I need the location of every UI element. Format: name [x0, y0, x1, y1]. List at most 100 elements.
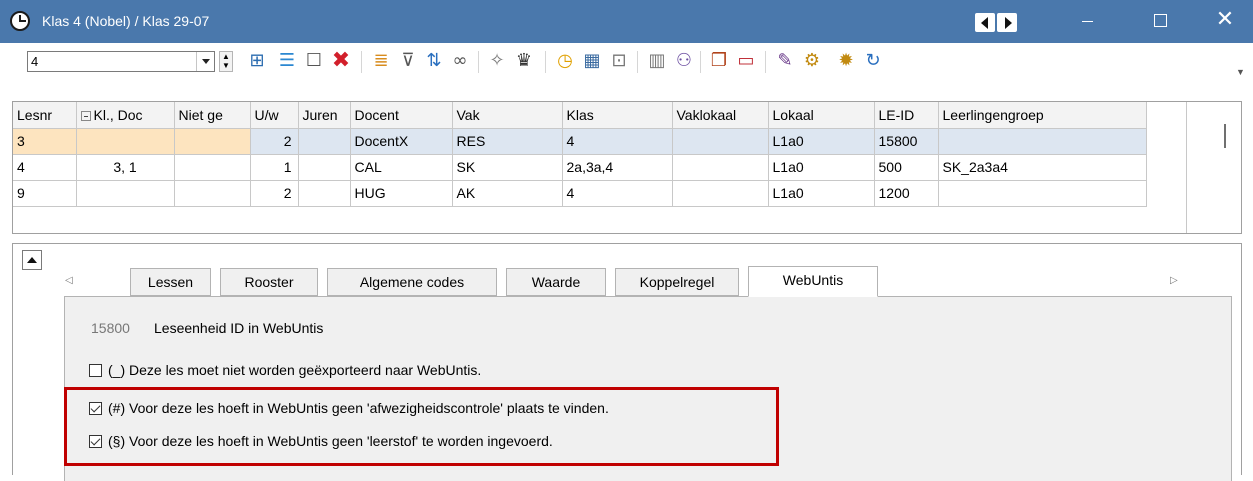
cell-klas[interactable]: 4 [562, 180, 673, 207]
toolbar-overflow-icon[interactable]: ▼ [1236, 67, 1245, 77]
cell-kldoc[interactable] [76, 180, 175, 207]
table-row[interactable]: 3 2 DocentX RES 4 L1a0 15800 [13, 128, 1147, 155]
scrollbar-thumb[interactable] [1224, 124, 1226, 148]
chevron-down-icon[interactable] [196, 52, 214, 71]
column-header[interactable]: LE-ID [874, 102, 939, 129]
cell-lesnr[interactable]: 4 [13, 154, 77, 181]
cell-leid[interactable]: 15800 [874, 128, 939, 155]
column-header[interactable]: U/w [250, 102, 299, 129]
cell-vak[interactable]: SK [452, 154, 563, 181]
tab-lessen[interactable]: Lessen [130, 268, 211, 296]
cell-vak[interactable]: RES [452, 128, 563, 155]
cell-lesnr[interactable]: 3 [13, 128, 77, 155]
cell-vaklokaal[interactable] [672, 128, 769, 155]
cell-kldoc[interactable]: 3, 1 [76, 154, 175, 181]
link-icon[interactable]: ∞ [448, 49, 472, 73]
cell-nietge[interactable] [174, 128, 251, 155]
tab-waarde[interactable]: Waarde [506, 268, 606, 296]
column-header[interactable]: Juren [298, 102, 351, 129]
columns-icon[interactable]: ▥ [645, 49, 669, 73]
users-icon[interactable]: ⚇ [672, 49, 696, 73]
vertical-scrollbar[interactable] [1186, 102, 1241, 233]
cell-uw[interactable]: 2 [250, 180, 299, 207]
maximize-icon[interactable] [1130, 0, 1190, 43]
cell-lokaal[interactable]: L1a0 [768, 128, 875, 155]
cell-groep[interactable] [938, 128, 1147, 155]
cell-uw[interactable]: 1 [250, 154, 299, 181]
checkbox-no-export[interactable] [89, 364, 102, 377]
cell-klas[interactable]: 2a,3a,4 [562, 154, 673, 181]
cell-juren[interactable] [298, 180, 351, 207]
cell-lokaal[interactable]: L1a0 [768, 180, 875, 207]
cell-docent[interactable]: HUG [350, 180, 453, 207]
nav-prev-icon[interactable] [975, 13, 995, 32]
cell-juren[interactable] [298, 128, 351, 155]
tab-scroll-left-icon[interactable]: ◁ [65, 275, 73, 286]
list-icon[interactable]: ☰ [275, 49, 299, 73]
collapse-panel-icon[interactable] [22, 250, 42, 270]
column-header[interactable]: Docent [350, 102, 453, 129]
clock-icon[interactable]: ◷ [553, 49, 577, 73]
cell-groep[interactable]: SK_2a3a4 [938, 154, 1147, 181]
window-title: Klas 4 (Nobel) / Klas 29-07 [42, 13, 210, 29]
cell-kldoc[interactable] [76, 128, 175, 155]
tab-koppelregel[interactable]: Koppelregel [615, 268, 739, 296]
minimize-icon[interactable] [1058, 0, 1118, 43]
cell-vaklokaal[interactable] [672, 180, 769, 207]
checkbox-row-no-export[interactable]: (_) Deze les moet niet worden geëxportee… [89, 362, 481, 378]
copy-icon[interactable]: ≣ [369, 49, 393, 73]
spinner-icon[interactable]: ▲ ▼ [219, 51, 233, 72]
nav-next-icon[interactable] [997, 13, 1017, 32]
cell-lokaal[interactable]: L1a0 [768, 154, 875, 181]
settings-doc-icon[interactable]: ⚙ [800, 49, 824, 73]
column-header[interactable]: Klas [562, 102, 673, 129]
column-header[interactable]: Lokaal [768, 102, 875, 129]
le-id-value[interactable]: 15800 [91, 320, 130, 336]
sort-icon[interactable]: ⇅ [422, 49, 446, 73]
cell-docent[interactable]: DocentX [350, 128, 453, 155]
windows-icon[interactable]: ❐ [707, 49, 731, 73]
cell-nietge[interactable] [174, 180, 251, 207]
calendar-icon[interactable]: ▦ [580, 49, 604, 73]
column-header[interactable]: Vaklokaal [672, 102, 769, 129]
grid-icon[interactable]: ⊡ [607, 49, 631, 73]
cell-klas[interactable]: 4 [562, 128, 673, 155]
column-header[interactable]: Niet ge [174, 102, 251, 129]
magic-icon[interactable]: ✧ [485, 49, 509, 73]
monitor-icon[interactable]: ▭ [734, 49, 758, 73]
tab-rooster[interactable]: Rooster [220, 268, 318, 296]
column-header[interactable]: Lesnr [13, 102, 77, 129]
cell-vak[interactable]: AK [452, 180, 563, 207]
cell-juren[interactable] [298, 154, 351, 181]
cell-leid[interactable]: 1200 [874, 180, 939, 207]
cell-vaklokaal[interactable] [672, 154, 769, 181]
delete-icon[interactable]: ✖ [329, 49, 353, 73]
edit-icon[interactable]: ✎ [773, 49, 797, 73]
cell-nietge[interactable] [174, 154, 251, 181]
cell-leid[interactable]: 500 [874, 154, 939, 181]
nav-arrows [975, 13, 1017, 32]
gear-icon[interactable]: ✹ [834, 49, 858, 73]
table-row[interactable]: 9 2 HUG AK 4 L1a0 1200 [13, 180, 1147, 207]
table-row[interactable]: 4 3, 1 1 CAL SK 2a,3a,4 L1a0 500 SK_2a3a… [13, 154, 1147, 181]
tab-scroll-right-icon[interactable]: ▷ [1170, 275, 1178, 286]
close-icon[interactable]: ✕ [1195, 0, 1253, 43]
column-header[interactable]: Vak [452, 102, 563, 129]
new-icon[interactable]: ☐ [302, 49, 326, 73]
cell-uw[interactable]: 2 [250, 128, 299, 155]
cell-groep[interactable] [938, 180, 1147, 207]
checkbox-label: (_) Deze les moet niet worden geëxportee… [108, 362, 482, 378]
expand-icon[interactable]: ⊞ [245, 49, 269, 73]
collapse-icon[interactable] [80, 110, 91, 121]
filter-icon[interactable]: ⊽ [396, 49, 420, 73]
class-selector[interactable]: 4 [27, 51, 215, 72]
cell-lesnr[interactable]: 9 [13, 180, 77, 207]
tab-webuntis[interactable]: WebUntis [748, 266, 878, 297]
tab-algemene-codes[interactable]: Algemene codes [327, 268, 497, 296]
column-header[interactable]: Leerlingengroep [938, 102, 1147, 129]
class-selector-value: 4 [31, 54, 39, 69]
refresh-icon[interactable]: ↻ [861, 49, 885, 73]
column-header[interactable]: Kl., Doc [76, 102, 175, 129]
graduation-icon[interactable]: ♛ [512, 49, 536, 73]
cell-docent[interactable]: CAL [350, 154, 453, 181]
